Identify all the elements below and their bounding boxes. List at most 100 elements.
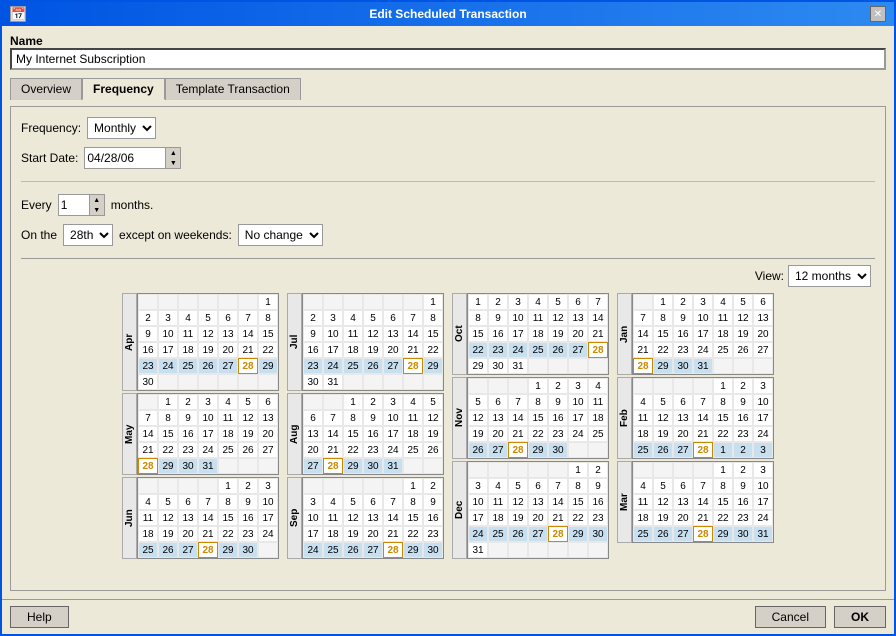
cal-cell: 15	[343, 426, 363, 442]
cal-cell	[468, 378, 488, 394]
cal-cell: 19	[198, 342, 218, 358]
cal-cell: 25	[218, 442, 238, 458]
cal-cell: 18	[633, 510, 653, 526]
cal-cell: 25	[528, 342, 548, 358]
start-date-input[interactable]	[85, 148, 165, 168]
tab-template-transaction[interactable]: Template Transaction	[165, 78, 301, 100]
cal-cell: 22	[403, 526, 423, 542]
cal-cell: 20	[218, 342, 238, 358]
close-button[interactable]: ✕	[870, 6, 886, 22]
cal-cell: 11	[218, 410, 238, 426]
cal-cell: 16	[423, 510, 443, 526]
cal-cell: 29	[568, 526, 588, 542]
cal-cell: 28	[548, 526, 568, 542]
tab-overview[interactable]: Overview	[10, 78, 82, 100]
cal-cell: 26	[548, 342, 568, 358]
cal-cell	[488, 462, 508, 478]
cal-cell	[198, 294, 218, 310]
cal-cell: 26	[423, 442, 443, 458]
on-the-select[interactable]: 28th 1st2nd3rd	[63, 224, 113, 246]
view-select[interactable]: 12 months 3 months 6 months	[788, 265, 871, 287]
month-with-label-Oct: Oct1234567891011121314151617181920212223…	[452, 293, 609, 375]
cal-cell: 9	[488, 310, 508, 326]
cal-cell: 4	[138, 494, 158, 510]
cal-cell: 5	[423, 394, 443, 410]
cal-cell: 19	[343, 526, 363, 542]
except-weekends-label: except on weekends:	[119, 228, 232, 242]
cal-cell	[423, 458, 443, 474]
cal-cell	[633, 294, 653, 310]
cal-cell: 28	[693, 442, 713, 458]
cal-cell: 31	[753, 526, 773, 542]
cal-cell: 9	[363, 410, 383, 426]
every-input[interactable]	[59, 195, 89, 215]
cal-cell: 7	[588, 294, 608, 310]
cal-cell: 20	[303, 442, 323, 458]
cal-cell: 2	[363, 394, 383, 410]
cal-cell	[423, 374, 443, 390]
cal-cell: 5	[158, 494, 178, 510]
cal-cell: 14	[198, 510, 218, 526]
cal-cell: 14	[588, 310, 608, 326]
cal-cell: 26	[343, 542, 363, 558]
cal-cell: 13	[303, 426, 323, 442]
calendar-Jan: 1234567891011121314151617181920212223242…	[632, 293, 774, 375]
cal-cell: 1	[713, 442, 733, 458]
cal-cell: 27	[303, 458, 323, 474]
cal-cell	[218, 458, 238, 474]
cal-cell: 11	[323, 510, 343, 526]
cal-cell: 26	[733, 342, 753, 358]
cal-cell	[528, 542, 548, 558]
cal-cell: 30	[423, 542, 443, 558]
cal-cell	[588, 442, 608, 458]
help-button[interactable]: Help	[10, 606, 69, 628]
calendar-Mar: 1234567891011121314151617181920212223242…	[632, 461, 774, 543]
cal-cell	[303, 294, 323, 310]
tab-frequency[interactable]: Frequency	[82, 78, 165, 100]
start-date-down[interactable]: ▼	[166, 158, 180, 168]
name-input[interactable]	[10, 48, 886, 70]
cal-cell: 10	[568, 394, 588, 410]
on-the-row: On the 28th 1st2nd3rd except on weekends…	[21, 224, 875, 246]
cal-cell: 7	[548, 478, 568, 494]
cal-cell: 28	[323, 458, 343, 474]
cal-cell	[138, 294, 158, 310]
cal-cell: 18	[488, 510, 508, 526]
cal-cell: 25	[403, 442, 423, 458]
cal-cell: 29	[713, 526, 733, 542]
cal-cell: 10	[693, 310, 713, 326]
cal-cell: 18	[218, 426, 238, 442]
cal-cell: 19	[733, 326, 753, 342]
cal-cell	[343, 294, 363, 310]
window-icon: 📅	[10, 6, 26, 22]
start-date-up[interactable]: ▲	[166, 148, 180, 158]
cal-grid-Aug: 1234567891011121314151617181920212223242…	[303, 394, 443, 474]
cal-cell: 10	[303, 510, 323, 526]
every-down[interactable]: ▼	[90, 205, 104, 215]
cal-cell: 17	[383, 426, 403, 442]
cal-cell: 5	[653, 394, 673, 410]
cal-cell: 26	[158, 542, 178, 558]
cal-cell: 27	[363, 542, 383, 558]
cal-cell: 10	[158, 326, 178, 342]
start-date-input-wrapper: ▲ ▼	[84, 147, 181, 169]
cal-cell: 5	[653, 478, 673, 494]
calendar-column-1: Jul1234567891011121314151617181920212223…	[287, 293, 444, 559]
cal-cell: 20	[363, 526, 383, 542]
cancel-button[interactable]: Cancel	[755, 606, 826, 628]
month-label-May: May	[122, 393, 137, 475]
footer: Help Cancel OK	[2, 599, 894, 634]
cal-cell: 5	[733, 294, 753, 310]
except-weekends-select[interactable]: No change Forward Backward	[238, 224, 323, 246]
month-label-Jan: Jan	[617, 293, 632, 375]
frequency-select[interactable]: Monthly Once Daily Weekly Yearly	[87, 117, 156, 139]
cal-cell: 27	[488, 442, 508, 458]
cal-cell	[508, 462, 528, 478]
cal-cell: 12	[653, 494, 673, 510]
cal-cell: 18	[323, 526, 343, 542]
every-up[interactable]: ▲	[90, 195, 104, 205]
ok-button[interactable]: OK	[834, 606, 886, 628]
cal-cell: 14	[238, 326, 258, 342]
cal-cell: 3	[323, 310, 343, 326]
cal-cell: 19	[653, 426, 673, 442]
